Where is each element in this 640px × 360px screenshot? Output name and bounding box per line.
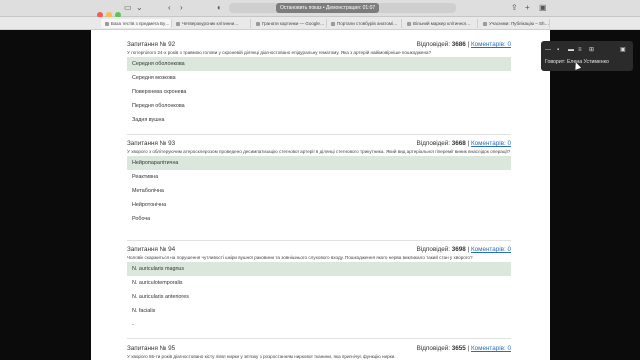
- answers-count: 3668: [451, 140, 466, 147]
- question-meta: Відповідей: 3686 | Коментарів: 0: [416, 41, 511, 48]
- answers-count: 3655: [451, 345, 466, 352]
- favicon-icon: [407, 21, 411, 26]
- tab-2[interactable]: Четверокурсник клітинни…: [172, 19, 251, 28]
- question-meta: Відповідей: 3698 | Коментарів: 0: [416, 246, 511, 253]
- answers-label: Відповідей:: [416, 140, 451, 147]
- comments-link[interactable]: Коментарів: 0: [471, 345, 511, 352]
- question-title: Запитання №: [127, 41, 167, 48]
- question-block: Запитання № 95 Відповідей: 3655 | Комент…: [127, 344, 511, 360]
- options-list: N. auricularis magnus N. auriculotempora…: [127, 262, 511, 332]
- question-meta: Відповідей: 3655 | Коментарів: 0: [416, 345, 511, 352]
- minimize-icon[interactable]: —: [545, 46, 551, 54]
- comments-link[interactable]: Коментарів: 0: [471, 246, 511, 253]
- favicon-icon: [256, 21, 260, 26]
- share-icon[interactable]: ⇪: [511, 3, 518, 13]
- tab-overview-icon[interactable]: ▣: [539, 3, 547, 13]
- tab-5[interactable]: Вільний маркер клітинної…: [403, 19, 478, 28]
- comments-link[interactable]: Коментарів: 0: [471, 140, 511, 147]
- option[interactable]: -: [127, 318, 511, 332]
- question-text: У хворого 55-ти років діагностовано кіст…: [127, 354, 396, 359]
- question-number: 93: [168, 140, 176, 147]
- zoom-speaker-panel[interactable]: — ▪ ▬ ≡ ⊞ ▣ Говорит: Елена Устименко: [541, 41, 633, 71]
- option[interactable]: Нейротонічна: [127, 198, 511, 212]
- question-header: Запитання № 93 Відповідей: 3668 | Комент…: [127, 139, 511, 148]
- sidebar-icon[interactable]: ▭: [124, 3, 132, 13]
- question-text: У хворого з облітеруючим атеросклерозом …: [127, 149, 511, 154]
- question-block: Запитання № 92 Відповідей: 3686 | Комент…: [127, 40, 511, 127]
- gallery-view-icon[interactable]: ⊞: [589, 46, 594, 54]
- new-tab-icon[interactable]: +: [525, 3, 530, 13]
- options-list: Нейропаралітична Реактивна Метаболічна Н…: [127, 156, 511, 226]
- back-icon[interactable]: ‹: [168, 3, 171, 13]
- question-header: Запитання № 95 Відповідей: 3655 | Комент…: [127, 344, 511, 353]
- question-meta: Відповідей: 3668 | Коментарів: 0: [416, 140, 511, 147]
- answers-label: Відповідей:: [416, 246, 451, 253]
- question-title: Запитання №: [127, 246, 167, 253]
- question-block: Запитання № 93 Відповідей: 3668 | Комент…: [127, 139, 511, 226]
- screen-share-banner[interactable]: Остановить показ • Демонстрация: 01:07: [276, 3, 380, 13]
- divider: [127, 240, 511, 241]
- question-text: У потерпілого 24-х років з травмою голов…: [127, 50, 432, 55]
- option-correct[interactable]: Нейропаралітична: [127, 156, 511, 170]
- option[interactable]: Задня вушна: [127, 113, 511, 127]
- tab-bar: База тестів з предмета Бу… Четверокурсни…: [0, 17, 640, 30]
- divider: [127, 338, 511, 339]
- shield-icon[interactable]: ◐: [217, 3, 222, 13]
- question-title: Запитання №: [127, 140, 167, 147]
- answers-count: 3698: [451, 246, 466, 253]
- grid-view-icon[interactable]: ▪: [557, 46, 559, 54]
- option[interactable]: Робоча: [127, 212, 511, 226]
- pip-icon[interactable]: ▣: [620, 46, 626, 54]
- option[interactable]: N. facialis: [127, 304, 511, 318]
- speaker-view-icon[interactable]: ▬: [568, 46, 574, 54]
- question-title: Запитання №: [127, 345, 167, 352]
- option[interactable]: Передня оболонкова: [127, 99, 511, 113]
- comments-link[interactable]: Коментарів: 0: [471, 41, 511, 48]
- tab-1[interactable]: База тестів з предмета Бу…: [101, 19, 172, 28]
- question-number: 92: [168, 41, 176, 48]
- option[interactable]: Метаболічна: [127, 184, 511, 198]
- question-number: 94: [168, 246, 176, 253]
- browser-toolbar: ▭ ⌄ ‹ › ◐ Остановить показ • Демонстраци…: [0, 0, 640, 18]
- options-list: Середня оболонкова Середня мозкова Повер…: [127, 57, 511, 127]
- option-correct[interactable]: Середня оболонкова: [127, 57, 511, 71]
- quiz-page: Запитання № 92 Відповідей: 3686 | Комент…: [91, 30, 550, 360]
- option[interactable]: Поверхнева скронева: [127, 85, 511, 99]
- favicon-icon: [176, 21, 180, 26]
- question-block: Запитання № 94 Відповідей: 3698 | Комент…: [127, 245, 511, 332]
- favicon-icon: [105, 21, 109, 26]
- favicon-icon: [483, 21, 487, 26]
- option[interactable]: N. auricularis anteriores: [127, 290, 511, 304]
- option[interactable]: Середня мозкова: [127, 71, 511, 85]
- divider: [127, 134, 511, 135]
- question-text: Чоловік скаржиться на порушення чутливос…: [127, 255, 473, 260]
- answers-count: 3686: [451, 41, 466, 48]
- answers-label: Відповідей:: [416, 345, 451, 352]
- list-view-icon[interactable]: ≡: [578, 46, 582, 54]
- option-correct[interactable]: N. auricularis magnus: [127, 262, 511, 276]
- question-header: Запитання № 94 Відповідей: 3698 | Комент…: [127, 245, 511, 254]
- question-header: Запитання № 92 Відповідей: 3686 | Комент…: [127, 40, 511, 49]
- forward-icon[interactable]: ›: [180, 3, 183, 13]
- option[interactable]: Реактивна: [127, 170, 511, 184]
- favicon-icon: [331, 21, 335, 26]
- question-number: 95: [168, 345, 176, 352]
- option[interactable]: N. auriculotemporalis: [127, 276, 511, 290]
- chevron-down-icon[interactable]: ⌄: [136, 3, 143, 13]
- tab-4[interactable]: Портали стовбурів анатомі…: [327, 19, 402, 28]
- tab-6[interactable]: Учасники: Публікацію – Sh…: [479, 19, 550, 28]
- tab-3[interactable]: Гранати картинки — Google…: [252, 19, 327, 28]
- answers-label: Відповідей:: [416, 41, 451, 48]
